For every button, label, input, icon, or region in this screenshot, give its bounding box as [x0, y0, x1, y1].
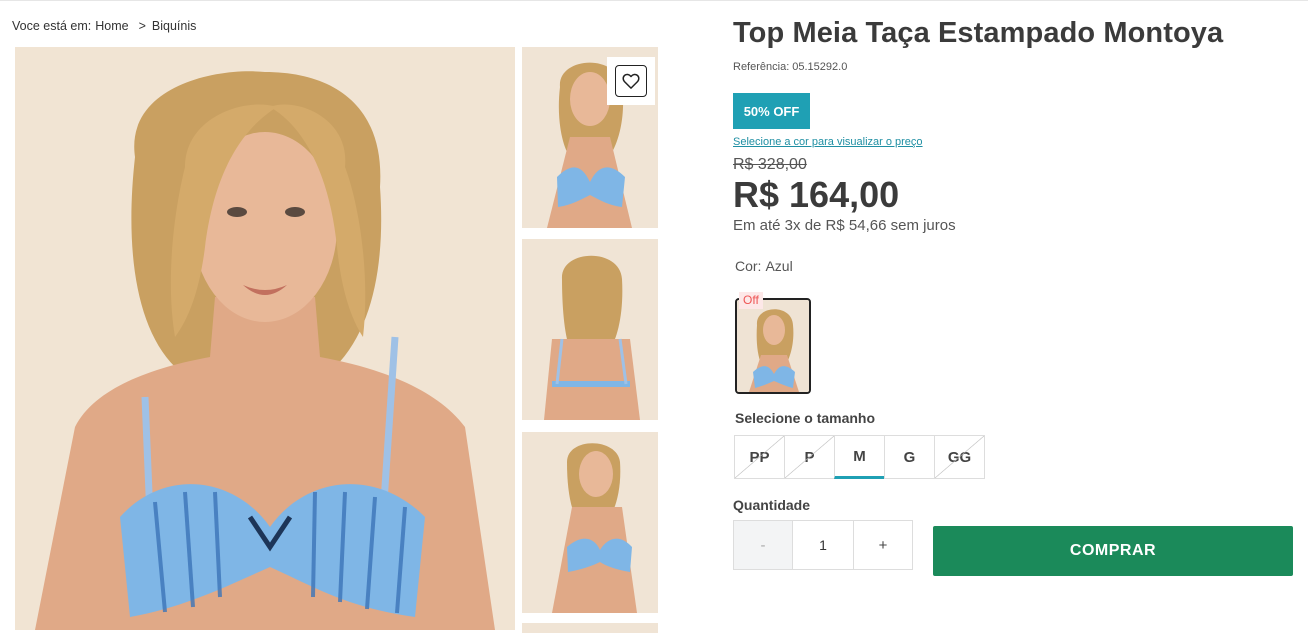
reference-label: Referência: — [733, 61, 790, 73]
color-label-text: Cor: — [735, 258, 762, 274]
installments-info: Em até 3x de R$ 54,66 sem juros — [733, 217, 956, 234]
breadcrumb-separator: > — [138, 19, 146, 33]
select-color-link[interactable]: Selecione a cor para visualizar o preço — [733, 136, 923, 148]
swatch-off-badge: Off — [739, 292, 763, 309]
color-value: Azul — [765, 258, 793, 274]
reference-value: 05.15292.0 — [792, 61, 848, 73]
size-option-gg[interactable]: GG — [934, 435, 985, 479]
product-title: Top Meia Taça Estampado Montoya — [733, 17, 1224, 49]
current-price: R$ 164,00 — [733, 174, 900, 215]
quantity-value[interactable]: 1 — [793, 520, 853, 570]
favorite-button[interactable] — [607, 57, 655, 105]
thumbnail-image-4[interactable] — [522, 623, 658, 633]
product-reference: Referência: 05.15292.0 — [733, 61, 847, 73]
size-option-m[interactable]: M — [834, 435, 885, 479]
discount-badge: 50% OFF — [733, 93, 810, 129]
old-price: R$ 328,00 — [733, 156, 807, 173]
buy-button[interactable]: COMPRAR — [933, 526, 1293, 576]
breadcrumb-lead: Voce está em: — [12, 19, 92, 33]
breadcrumb-home-link[interactable]: Home — [95, 19, 128, 33]
quantity-stepper: - 1 + — [733, 520, 913, 570]
quantity-label: Quantidade — [733, 497, 811, 513]
size-option-pp[interactable]: PP — [734, 435, 785, 479]
quantity-increase-button[interactable]: + — [853, 520, 913, 570]
thumbnail-image-3[interactable] — [522, 432, 658, 613]
breadcrumb: Voce está em: Home > Biquínis — [12, 19, 196, 33]
favorite-button-frame — [615, 65, 647, 97]
color-swatch-azul[interactable] — [735, 298, 811, 394]
size-selector: PP P M G GG — [734, 435, 985, 479]
color-label: Cor: Azul — [735, 258, 793, 274]
breadcrumb-category-link[interactable]: Biquínis — [152, 19, 196, 33]
size-option-p[interactable]: P — [784, 435, 835, 479]
quantity-decrease-button[interactable]: - — [733, 520, 793, 570]
heart-icon — [622, 73, 640, 89]
thumbnail-image-2[interactable] — [522, 239, 658, 420]
size-label: Selecione o tamanho — [735, 410, 876, 426]
size-option-g[interactable]: G — [884, 435, 935, 479]
main-product-image[interactable] — [15, 47, 515, 630]
